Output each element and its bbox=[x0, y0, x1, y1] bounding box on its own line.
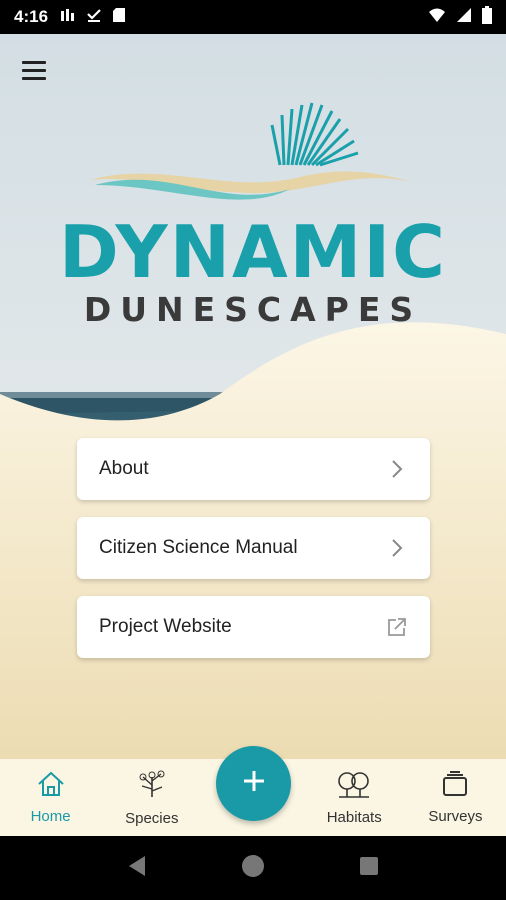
wifi-icon bbox=[428, 7, 446, 28]
about-button[interactable]: About bbox=[77, 438, 430, 500]
plus-icon bbox=[242, 769, 266, 798]
nav-species[interactable]: Species bbox=[101, 759, 202, 836]
back-icon[interactable] bbox=[127, 855, 147, 882]
plant-icon bbox=[137, 769, 167, 804]
recents-icon[interactable] bbox=[359, 856, 379, 881]
status-bar: 4:16 bbox=[0, 0, 506, 34]
citizen-science-manual-label: Citizen Science Manual bbox=[99, 537, 298, 558]
sim-icon bbox=[60, 8, 76, 27]
home-circle-icon[interactable] bbox=[240, 853, 266, 884]
external-link-icon bbox=[386, 616, 408, 638]
system-navigation-bar bbox=[0, 836, 506, 900]
battery-icon bbox=[482, 5, 492, 29]
project-website-label: Project Website bbox=[99, 616, 232, 637]
about-label: About bbox=[99, 458, 149, 479]
layers-icon bbox=[441, 770, 469, 802]
citizen-science-manual-button[interactable]: Citizen Science Manual bbox=[77, 517, 430, 579]
nav-home[interactable]: Home bbox=[0, 759, 101, 836]
nav-habitats-label: Habitats bbox=[326, 808, 382, 826]
chevron-right-icon bbox=[386, 458, 408, 480]
nav-habitats[interactable]: Habitats bbox=[304, 759, 405, 836]
nav-home-label: Home bbox=[30, 807, 71, 825]
chevron-right-icon bbox=[386, 537, 408, 559]
sd-card-icon bbox=[112, 7, 126, 28]
download-done-icon bbox=[86, 7, 102, 28]
add-survey-button[interactable] bbox=[216, 746, 291, 821]
hamburger-menu-icon[interactable] bbox=[22, 56, 54, 84]
nav-surveys[interactable]: Surveys bbox=[405, 759, 506, 836]
logo-title: DYNAMIC bbox=[59, 210, 447, 294]
nav-species-label: Species bbox=[125, 809, 179, 827]
home-icon bbox=[37, 771, 65, 802]
status-time: 4:16 bbox=[14, 7, 49, 26]
logo-subtitle: DUNESCAPES bbox=[83, 290, 423, 329]
project-website-button[interactable]: Project Website bbox=[77, 596, 430, 658]
nav-surveys-label: Surveys bbox=[428, 807, 483, 825]
signal-icon bbox=[456, 7, 472, 28]
trees-icon bbox=[337, 770, 371, 803]
